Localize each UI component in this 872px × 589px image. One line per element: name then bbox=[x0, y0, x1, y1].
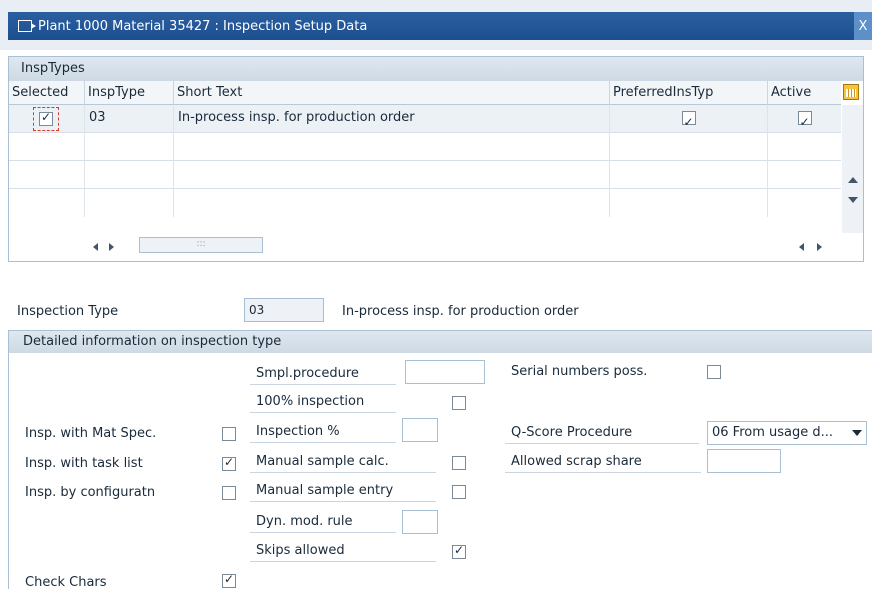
row-selector-cell[interactable] bbox=[9, 189, 85, 217]
inspection-pct-label: Inspection % bbox=[250, 424, 396, 443]
insp-by-configuratn-label: Insp. by configuratn bbox=[25, 485, 156, 500]
skips-allowed-checkbox[interactable] bbox=[452, 543, 466, 559]
inspection-type-label: Inspection Type bbox=[17, 304, 119, 319]
manual-sample-calc-checkbox[interactable] bbox=[452, 456, 466, 470]
inspection-type-description: In-process insp. for production order bbox=[342, 304, 579, 319]
cell-short-text[interactable]: In-process insp. for production order bbox=[174, 105, 610, 133]
column-header-preferred[interactable]: PreferredInsTyp bbox=[610, 81, 768, 105]
serial-numbers-label: Serial numbers poss. bbox=[511, 364, 648, 379]
horizontal-scrollbar[interactable]: ::: bbox=[9, 233, 863, 261]
insp-with-task-list-label: Insp. with task list bbox=[25, 456, 143, 471]
cell-empty[interactable] bbox=[174, 161, 610, 189]
insp-with-task-list-checkbox[interactable] bbox=[222, 455, 236, 471]
smpl-procedure-input[interactable] bbox=[405, 360, 485, 384]
scroll-down-icon[interactable] bbox=[848, 197, 858, 203]
inspection-type-field[interactable]: 03 bbox=[244, 298, 324, 322]
cell-empty[interactable] bbox=[85, 161, 174, 189]
qscore-procedure-label: Q-Score Procedure bbox=[505, 425, 699, 444]
smpl-procedure-label: Smpl.procedure bbox=[250, 366, 396, 385]
insp-by-configuratn-checkbox[interactable] bbox=[222, 486, 236, 500]
cell-empty[interactable] bbox=[610, 189, 768, 217]
qscore-procedure-value: 06 From usage d... bbox=[712, 425, 834, 440]
table-settings-icon[interactable] bbox=[843, 84, 859, 100]
scroll-thumb[interactable]: ::: bbox=[139, 237, 263, 253]
insp-with-mat-spec-label: Insp. with Mat Spec. bbox=[25, 426, 157, 441]
cell-preferred[interactable] bbox=[610, 105, 768, 135]
serial-numbers-checkbox[interactable] bbox=[707, 365, 721, 379]
cell-empty[interactable] bbox=[85, 133, 174, 161]
inspection-100-label: 100% inspection bbox=[250, 394, 396, 413]
insp-types-table: InspTypes Selected InspType Short Text P… bbox=[8, 56, 864, 262]
manual-sample-entry-checkbox[interactable] bbox=[452, 485, 466, 499]
scroll-up-icon[interactable] bbox=[848, 177, 858, 183]
manual-sample-entry-label: Manual sample entry bbox=[250, 483, 436, 502]
skips-allowed-label: Skips allowed bbox=[250, 543, 436, 562]
table-row-empty[interactable] bbox=[9, 189, 841, 217]
vertical-scrollbar[interactable] bbox=[842, 105, 863, 233]
table-row-empty[interactable] bbox=[9, 133, 841, 161]
column-header-active[interactable]: Active bbox=[768, 81, 841, 105]
inspection-pct-input[interactable] bbox=[402, 418, 438, 442]
scroll-left-end-icon[interactable] bbox=[799, 243, 804, 251]
cell-active[interactable] bbox=[768, 105, 841, 135]
row-selector-cell[interactable] bbox=[9, 161, 85, 189]
cell-empty[interactable] bbox=[85, 189, 174, 217]
row-selected-checkbox[interactable] bbox=[39, 110, 53, 126]
qscore-procedure-dropdown[interactable]: 06 From usage d... bbox=[707, 421, 867, 445]
cell-empty[interactable] bbox=[174, 189, 610, 217]
row-selector-cell[interactable] bbox=[9, 133, 85, 161]
scroll-right-icon[interactable] bbox=[109, 243, 114, 251]
manual-sample-calc-label: Manual sample calc. bbox=[250, 454, 436, 473]
column-header-short-text[interactable]: Short Text bbox=[174, 81, 610, 105]
dyn-mod-rule-label: Dyn. mod. rule bbox=[250, 514, 396, 533]
preferred-checkbox[interactable] bbox=[681, 109, 696, 135]
table-caption: InspTypes bbox=[9, 57, 863, 81]
table-row-empty[interactable] bbox=[9, 161, 841, 189]
insp-with-mat-spec-checkbox[interactable] bbox=[222, 427, 236, 441]
focus-indicator bbox=[33, 107, 59, 131]
chevron-down-icon[interactable] bbox=[852, 430, 862, 436]
detail-section-header: Detailed information on inspection type bbox=[9, 331, 872, 353]
check-chars-checkbox[interactable] bbox=[222, 572, 236, 588]
dyn-mod-rule-input[interactable] bbox=[402, 510, 438, 534]
scroll-right-end-icon[interactable] bbox=[817, 243, 822, 251]
row-selector-cell[interactable] bbox=[9, 105, 85, 133]
window-titlebar: Plant 1000 Material 35427 : Inspection S… bbox=[0, 0, 872, 50]
active-checkbox[interactable] bbox=[797, 109, 812, 135]
close-button[interactable]: X bbox=[854, 12, 872, 40]
allowed-scrap-input[interactable] bbox=[707, 449, 781, 473]
column-header-selected[interactable]: Selected bbox=[9, 81, 85, 105]
scroll-left-icon[interactable] bbox=[93, 243, 98, 251]
window-menu-icon[interactable] bbox=[18, 20, 36, 32]
cell-insptype[interactable]: 03 bbox=[85, 105, 174, 133]
window-title: Plant 1000 Material 35427 : Inspection S… bbox=[38, 18, 368, 34]
allowed-scrap-label: Allowed scrap share bbox=[505, 454, 701, 473]
table-row[interactable]: 03 In-process insp. for production order bbox=[9, 105, 841, 135]
check-chars-label: Check Chars bbox=[25, 575, 107, 589]
inspection-100-checkbox[interactable] bbox=[452, 396, 466, 410]
titlebar-strip: Plant 1000 Material 35427 : Inspection S… bbox=[8, 12, 872, 40]
cell-empty[interactable] bbox=[610, 133, 768, 161]
cell-empty[interactable] bbox=[174, 133, 610, 161]
column-header-insptype[interactable]: InspType bbox=[85, 81, 174, 105]
table-header: Selected InspType Short Text PreferredIn… bbox=[9, 81, 841, 105]
cell-empty[interactable] bbox=[610, 161, 768, 189]
